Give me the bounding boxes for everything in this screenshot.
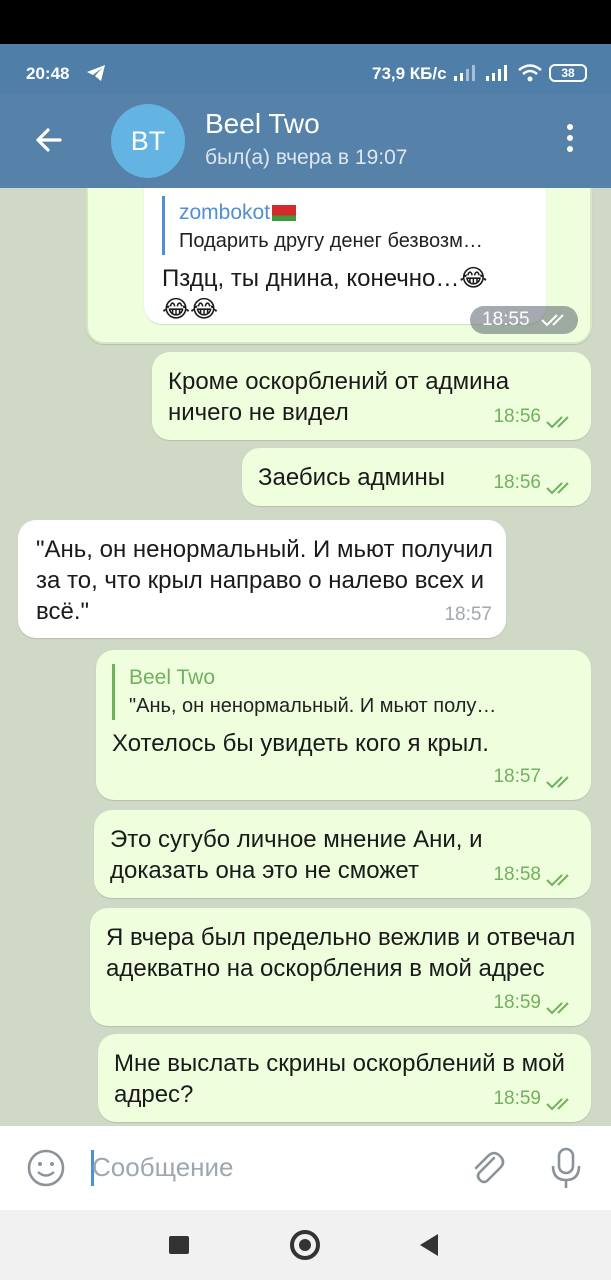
read-check-icon (546, 416, 569, 429)
chat-header: BT Beel Two был(а) вчера в 19:07 (0, 94, 611, 188)
read-check-icon (546, 1002, 569, 1015)
battery-icon: 38 (549, 64, 587, 82)
top-black-bar (0, 0, 611, 44)
read-check-icon (546, 1098, 569, 1111)
message-bubble-outgoing[interactable]: Заебись админы 18:56 (242, 448, 591, 506)
signal-icon-2 (486, 65, 507, 81)
message-text: Я вчера был предельно вежлив и отвечал а… (106, 924, 576, 982)
wifi-icon (518, 64, 542, 82)
telegram-icon (87, 65, 105, 81)
back-nav-button[interactable] (420, 1234, 438, 1256)
message-time: 18:57 (493, 766, 541, 787)
message-text: Это сугубо личное мнение Ани, и доказать… (110, 826, 483, 884)
message-time: 18:59 (493, 1088, 541, 1109)
more-menu-icon[interactable] (560, 124, 580, 158)
message-bubble-outgoing[interactable]: Мне выслать скрины оскорблений в мой адр… (98, 1034, 591, 1122)
home-button[interactable] (290, 1230, 320, 1260)
message-bubble-outgoing[interactable]: Кроме оскорблений от админа ничего не ви… (152, 352, 591, 440)
message-input[interactable]: Сообщение (92, 1152, 234, 1183)
message-bubble-incoming[interactable]: zombokot Подарить другу денег безвозм… П… (144, 188, 546, 324)
message-bubble-outgoing[interactable]: Я вчера был предельно вежлив и отвечал а… (90, 908, 591, 1026)
message-list[interactable]: zombokot Подарить другу денег безвозм… П… (0, 188, 611, 1126)
reply-text: Подарить другу денег безвозм… (179, 230, 483, 252)
reply-text: "Ань, он ненормальный. И мьют полу… (129, 695, 497, 717)
message-time: 18:56 (493, 406, 541, 427)
message-text: "Ань, он ненормальный. И мьют получил за… (36, 536, 493, 625)
attach-icon[interactable] (466, 1146, 508, 1188)
read-check-icon (546, 776, 569, 789)
flag-icon (272, 205, 297, 221)
android-nav-bar (0, 1210, 611, 1280)
read-check-icon (546, 482, 569, 495)
microphone-icon[interactable] (548, 1146, 584, 1192)
emoji-icon[interactable] (26, 1148, 66, 1188)
message-bubble-outgoing[interactable]: Beel Two "Ань, он ненормальный. И мьют п… (96, 650, 591, 800)
message-text: Хотелось бы увидеть кого я крыл. (112, 730, 489, 757)
message-bubble-outgoing[interactable]: Это сугубо личное мнение Ани, и доказать… (94, 810, 591, 898)
read-check-icon (546, 874, 569, 887)
read-check-icon (541, 314, 564, 327)
reply-sender: Beel Two (129, 666, 215, 689)
back-arrow-icon[interactable] (30, 122, 66, 158)
message-time: 18:58 (493, 864, 541, 885)
message-composer: Сообщение (0, 1126, 611, 1210)
last-seen-status: был(а) вчера в 19:07 (205, 146, 408, 169)
message-time: 18:59 (493, 992, 541, 1013)
status-time: 20:48 (26, 64, 70, 83)
message-time: 18:57 (444, 604, 492, 625)
network-speed: 73,9 КБ/с (372, 64, 447, 83)
signal-icon (454, 65, 475, 81)
message-bubble-incoming[interactable]: "Ань, он ненормальный. И мьют получил за… (18, 520, 506, 638)
message-text: Пздц, ты днина, конечно…😂😂😂 (162, 265, 488, 323)
recents-button[interactable] (169, 1236, 189, 1254)
contact-name[interactable]: Beel Two (205, 108, 320, 140)
reply-sender: zombokot (179, 201, 271, 224)
message-time: 18:55 (470, 306, 578, 334)
message-time: 18:56 (493, 472, 541, 493)
status-bar: 20:48 73,9 КБ/с 38 (0, 44, 611, 94)
avatar[interactable]: BT (111, 104, 185, 178)
